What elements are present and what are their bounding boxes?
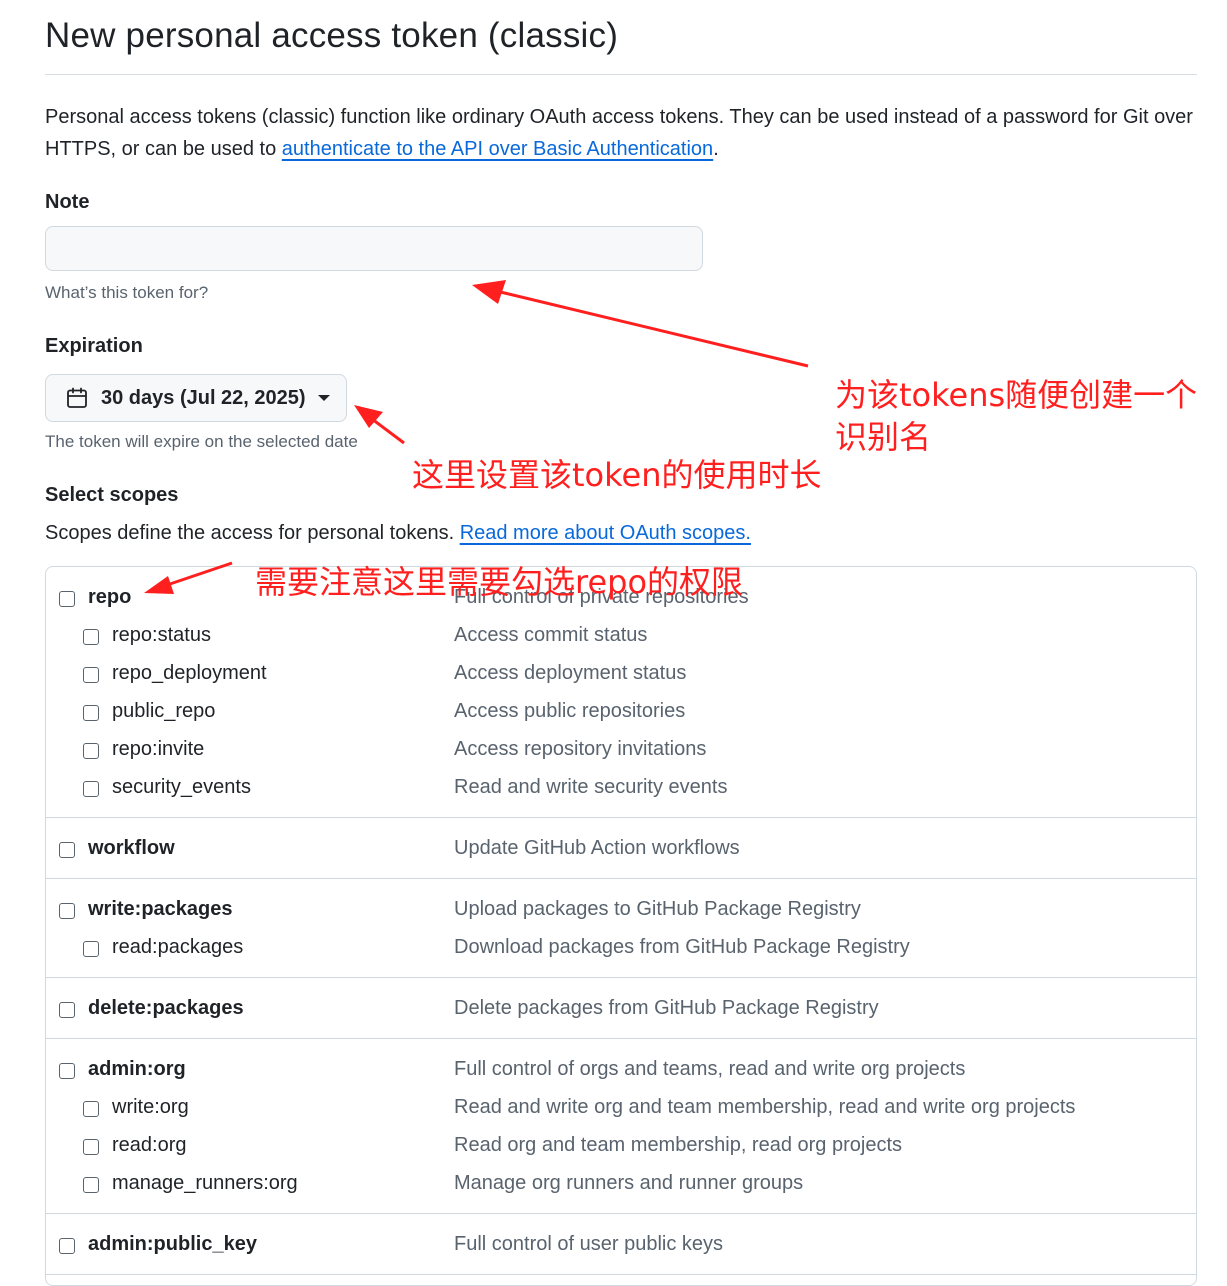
repo-annotation: 需要注意这里需要勾选repo的权限 [255, 563, 744, 601]
annotation-arrows [144, 280, 809, 594]
expiration-annotation: 这里设置该token的使用时长 [412, 456, 822, 494]
note-annotation-line-2: 识别名 [835, 418, 932, 456]
note-annotation-line-1: 为该tokens随便创建一个 [835, 376, 1198, 414]
repo-annotation-arrow [144, 561, 233, 594]
expiration-annotation-arrow [354, 405, 405, 445]
note-annotation-arrow [472, 280, 809, 368]
